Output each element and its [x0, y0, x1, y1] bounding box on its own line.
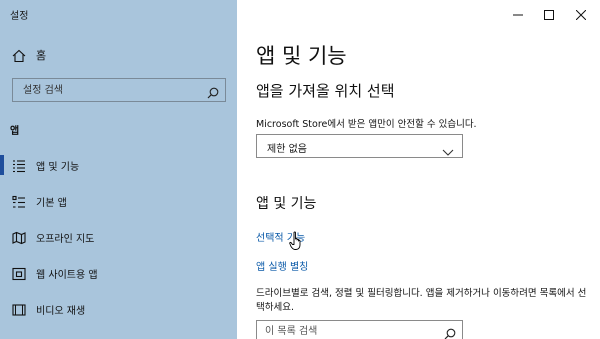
search-icon[interactable] — [207, 84, 219, 99]
sidebar-item-apps-for-websites[interactable]: 웹 사이트용 앱 — [0, 261, 237, 285]
sidebar-item-label: 비디오 재생 — [36, 306, 86, 317]
video-icon — [12, 302, 26, 316]
sidebar-item-label: 오프라인 지도 — [36, 234, 95, 245]
install-source-heading: 앱을 가져올 위치 선택 — [256, 82, 395, 100]
settings-window: 설정 홈 앱 앱 및 기능 기본 앱 — [0, 0, 600, 339]
sidebar-item-video-playback[interactable]: 비디오 재생 — [0, 297, 237, 321]
main-content: 앱 및 기능 앱을 가져올 위치 선택 Microsoft Store에서 받은… — [237, 0, 600, 339]
search-icon[interactable] — [444, 325, 456, 339]
apps-features-heading: 앱 및 기능 — [256, 196, 317, 212]
hand-cursor-icon — [289, 231, 305, 251]
settings-search-input[interactable] — [13, 79, 203, 101]
active-indicator — [0, 155, 4, 175]
sidebar-item-label: 홈 — [36, 49, 47, 62]
chevron-down-icon — [442, 142, 454, 156]
apps-list-search-box[interactable] — [256, 320, 463, 339]
install-source-dropdown[interactable]: 제한 없음 — [256, 134, 463, 158]
sidebar-section-label: 앱 — [10, 126, 20, 137]
web-apps-icon — [12, 266, 26, 281]
default-apps-icon — [12, 194, 26, 208]
sidebar: 설정 홈 앱 앱 및 기능 기본 앱 — [0, 0, 237, 339]
list-icon — [12, 158, 26, 173]
sidebar-item-offline-maps[interactable]: 오프라인 지도 — [0, 225, 237, 249]
sidebar-item-apps-features[interactable]: 앱 및 기능 — [0, 153, 237, 177]
sidebar-item-home[interactable]: 홈 — [0, 42, 237, 68]
map-icon — [12, 230, 26, 245]
sidebar-item-label: 웹 사이트용 앱 — [36, 270, 98, 281]
sidebar-item-label: 앱 및 기능 — [36, 162, 80, 173]
install-source-description: Microsoft Store에서 받은 앱만이 안전할 수 있습니다. — [256, 119, 477, 130]
app-execution-aliases-link[interactable]: 앱 실행 별칭 — [256, 258, 308, 273]
dropdown-selected-value: 제한 없음 — [267, 144, 307, 155]
sidebar-item-default-apps[interactable]: 기본 앱 — [0, 189, 237, 213]
page-title: 앱 및 기능 — [256, 44, 347, 68]
settings-search-box[interactable] — [12, 78, 226, 102]
apps-list-search-input[interactable] — [257, 321, 437, 339]
window-title: 설정 — [10, 11, 29, 22]
sidebar-item-label: 기본 앱 — [36, 198, 67, 209]
home-icon — [12, 48, 26, 63]
apps-list-description: 드라이브별로 검색, 정렬 및 필터링합니다. 앱을 제거하거나 이동하려면 목… — [256, 288, 587, 313]
